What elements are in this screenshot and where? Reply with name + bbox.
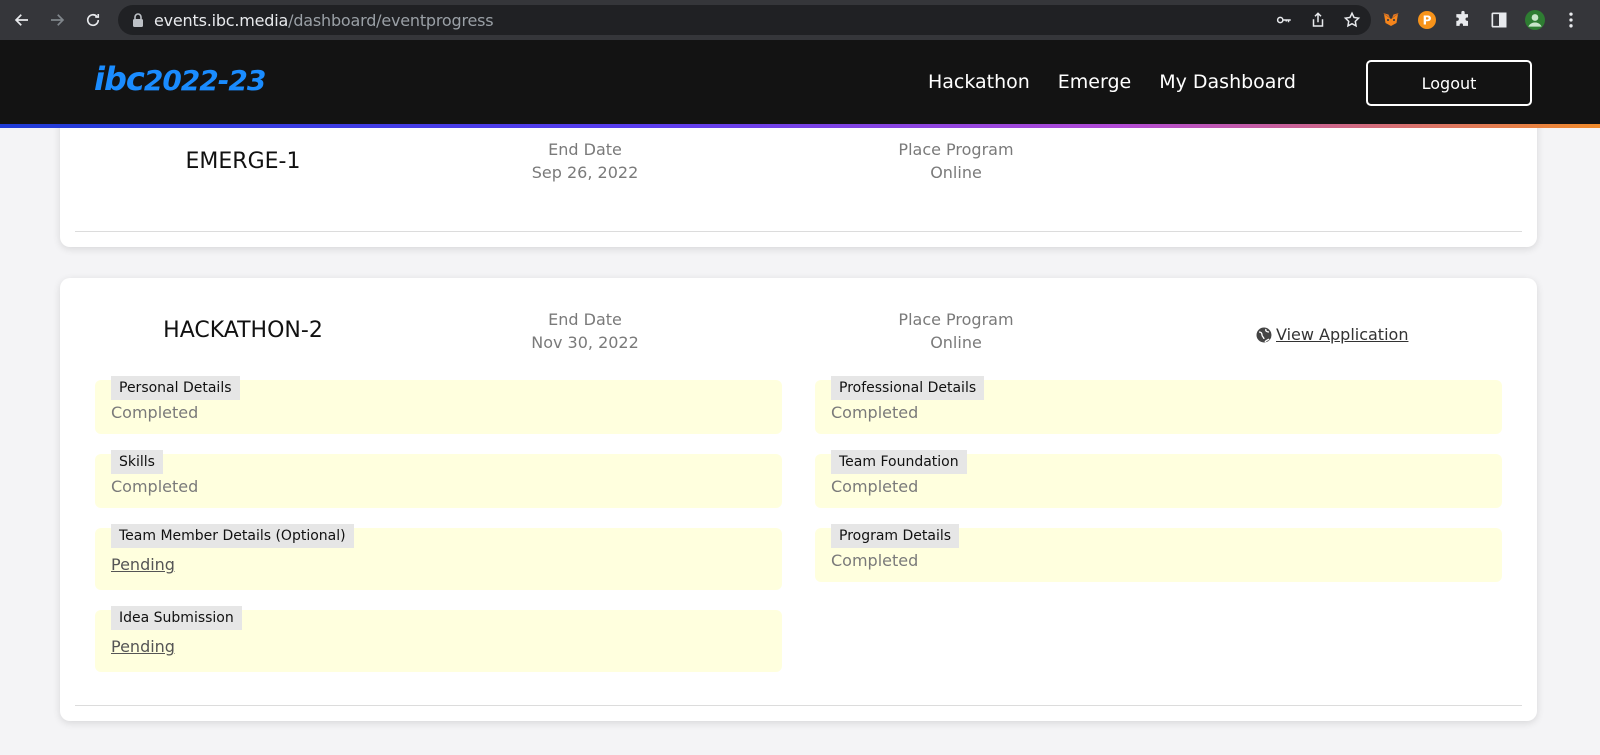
step-team-foundation: Team Foundation Completed bbox=[815, 450, 1502, 508]
nav-hackathon[interactable]: Hackathon bbox=[928, 71, 1030, 93]
key-icon[interactable] bbox=[1275, 11, 1293, 29]
step-status-pending-link[interactable]: Pending bbox=[111, 555, 175, 574]
event-card-emerge: EMERGE-1 End Date Sep 26, 2022 Place Pro… bbox=[60, 128, 1537, 247]
address-bar[interactable]: events.ibc.media/dashboard/eventprogress bbox=[118, 5, 1371, 35]
dashboard-content: EMERGE-1 End Date Sep 26, 2022 Place Pro… bbox=[0, 128, 1600, 755]
step-title: Professional Details bbox=[831, 376, 985, 400]
globe-icon bbox=[1256, 327, 1272, 342]
step-status: Completed bbox=[111, 403, 199, 422]
main-nav: Hackathon Emerge My Dashboard bbox=[928, 40, 1296, 124]
profile-avatar[interactable] bbox=[1524, 9, 1546, 31]
site-logo[interactable]: ibc2022-23 bbox=[94, 60, 266, 98]
reload-icon[interactable] bbox=[76, 3, 110, 37]
step-title: Personal Details bbox=[111, 376, 240, 400]
card-divider bbox=[75, 705, 1522, 706]
forward-icon[interactable] bbox=[40, 3, 74, 37]
share-icon[interactable] bbox=[1309, 11, 1327, 29]
menu-kebab-icon[interactable] bbox=[1560, 9, 1582, 31]
step-status: Completed bbox=[831, 477, 919, 496]
step-status: Completed bbox=[831, 403, 919, 422]
place-program: Place Program Online bbox=[898, 310, 1014, 352]
event-name: EMERGE-1 bbox=[185, 149, 301, 174]
step-status: Completed bbox=[111, 477, 199, 496]
view-application-link[interactable]: View Application bbox=[1276, 325, 1408, 344]
event-card-hackathon: HACKATHON-2 End Date Nov 30, 2022 Place … bbox=[60, 278, 1537, 721]
step-title: Team Member Details (Optional) bbox=[111, 524, 354, 548]
event-name: HACKATHON-2 bbox=[163, 318, 323, 343]
step-idea-submission: Idea Submission Pending bbox=[95, 606, 782, 672]
url-path: /dashboard/eventprogress bbox=[288, 10, 494, 30]
url-domain: events.ibc.media bbox=[154, 10, 289, 30]
step-title: Idea Submission bbox=[111, 606, 242, 630]
browser-toolbar: events.ibc.media/dashboard/eventprogress… bbox=[0, 0, 1600, 40]
puzzle-icon[interactable] bbox=[1452, 9, 1474, 31]
lock-icon bbox=[133, 13, 143, 27]
site-header: ibc2022-23 Hackathon Emerge My Dashboard… bbox=[0, 40, 1600, 128]
step-title: Skills bbox=[111, 450, 163, 474]
side-panel-icon[interactable] bbox=[1488, 9, 1510, 31]
card-divider bbox=[75, 231, 1522, 232]
metamask-extension-icon[interactable] bbox=[1380, 9, 1402, 31]
place-program: Place Program Online bbox=[898, 140, 1014, 182]
step-title: Program Details bbox=[831, 524, 960, 548]
step-title: Team Foundation bbox=[831, 450, 967, 474]
nav-my-dashboard[interactable]: My Dashboard bbox=[1159, 71, 1296, 93]
step-personal-details: Personal Details Completed bbox=[95, 376, 782, 434]
logout-button[interactable]: Logout bbox=[1366, 60, 1532, 106]
step-program-details: Program Details Completed bbox=[815, 524, 1502, 582]
step-team-member-details: Team Member Details (Optional) Pending bbox=[95, 524, 782, 590]
star-icon[interactable] bbox=[1343, 11, 1361, 29]
step-status: Completed bbox=[831, 551, 919, 570]
step-status-pending-link[interactable]: Pending bbox=[111, 637, 175, 656]
step-professional-details: Professional Details Completed bbox=[815, 376, 1502, 434]
step-skills: Skills Completed bbox=[95, 450, 782, 508]
back-icon[interactable] bbox=[5, 3, 39, 37]
nav-emerge[interactable]: Emerge bbox=[1058, 71, 1131, 93]
coin-extension-icon[interactable]: P bbox=[1416, 9, 1438, 31]
end-date: End Date Sep 26, 2022 bbox=[531, 140, 639, 182]
view-application[interactable]: View Application bbox=[1256, 325, 1408, 344]
end-date: End Date Nov 30, 2022 bbox=[531, 310, 639, 352]
svg-text:P: P bbox=[1423, 14, 1432, 28]
